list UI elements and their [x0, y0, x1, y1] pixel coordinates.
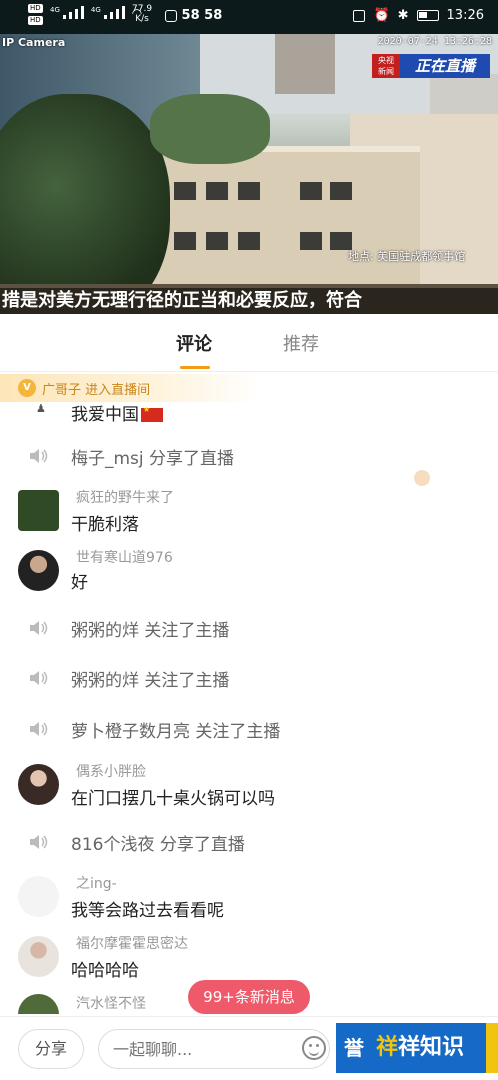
list-item: 疯狂的野牛来了 干脆利落: [0, 490, 498, 540]
comment-text: 在门口摆几十桌火锅可以吗: [71, 789, 275, 809]
watermark-icon: 誉: [336, 1023, 372, 1073]
emoji-icon[interactable]: [302, 1036, 326, 1060]
channel-bottom: 新闻: [378, 67, 394, 76]
avatar[interactable]: [18, 876, 59, 917]
status-numbers: 58 58: [165, 8, 222, 23]
tab-comments[interactable]: 评论: [176, 330, 212, 356]
live-badge: 正在直播: [400, 54, 490, 78]
list-item: 偶系小胖脸 在门口摆几十桌火锅可以吗: [0, 764, 498, 814]
status-bar: HD HD 4G 4G ◠ 77.9 K/s 58 58 ⏰ ✱ 13:26: [0, 0, 498, 34]
system-message: 萝卜橙子数月亮 关注了主播: [71, 722, 281, 742]
comment-username[interactable]: 疯狂的野牛来了: [76, 487, 174, 507]
comment-username[interactable]: 汽水怪不怪: [76, 993, 146, 1013]
list-item: 之ing- 我等会路过去看看呢: [0, 874, 498, 924]
list-item: ♟ 我爱中国: [0, 402, 498, 426]
share-button[interactable]: 分享: [18, 1029, 84, 1069]
camera-label: IP Camera: [2, 36, 66, 49]
network-type: 4G: [50, 6, 60, 14]
list-item: 萝卜橙子数月亮 关注了主播: [0, 717, 498, 743]
speed-unit: K/s: [135, 14, 149, 24]
bluetooth-icon: ✱: [397, 8, 409, 23]
status-count: 58 58: [181, 8, 223, 23]
app-icon: [165, 9, 177, 22]
avatar: ♟: [36, 402, 46, 415]
speaker-icon: [30, 671, 48, 685]
video-timestamp: 2020-07-24 13:26:28: [377, 36, 492, 47]
live-video[interactable]: IP Camera 2020-07-24 13:26:28 央视 新闻 正在直播…: [0, 34, 498, 314]
channel-top: 央视: [378, 56, 394, 65]
watermark-highlight: 祥: [376, 1035, 399, 1060]
network-type: 4G: [90, 6, 101, 14]
comment-text: 好: [71, 573, 88, 593]
watermark-rest: 祥知识: [398, 1035, 465, 1060]
video-tree: [0, 94, 170, 314]
chat-input[interactable]: [98, 1029, 330, 1069]
video-tree: [150, 94, 270, 164]
comment-text-value: 我爱中国: [71, 405, 139, 425]
tab-bar: 评论 推荐: [0, 314, 498, 372]
avatar[interactable]: [18, 550, 59, 591]
system-message: 粥粥的烊 关注了主播: [71, 671, 230, 691]
comment-username[interactable]: 福尔摩霍霍思密达: [76, 933, 188, 953]
vip-badge-icon: V: [18, 379, 36, 397]
comment-username[interactable]: 之ing-: [76, 873, 117, 893]
list-item: 梅子_msj 分享了直播: [0, 444, 498, 470]
cctv-logo: 央视 新闻 正在直播: [372, 54, 490, 78]
speaker-icon: [30, 835, 48, 849]
comment-username[interactable]: 偶系小胖脸: [76, 761, 146, 781]
system-message: 粥粥的烊 关注了主播: [71, 621, 230, 641]
system-message: 816个浅夜 分享了直播: [71, 835, 245, 855]
hd-badge: HD: [28, 4, 43, 13]
comment-username[interactable]: 世有寒山道976: [76, 547, 173, 567]
join-banner: V 广哥子 进入直播间: [0, 374, 260, 402]
speed-value: 77.9: [132, 4, 153, 14]
list-item: 世有寒山道976 好: [0, 550, 498, 600]
system-message: 梅子_msj 分享了直播: [71, 449, 235, 469]
watermark-end: [486, 1023, 498, 1073]
join-text: 广哥子 进入直播间: [42, 382, 151, 398]
video-building: [130, 146, 420, 296]
clock: 13:26: [446, 8, 484, 23]
network-speed: 77.9 K/s: [132, 4, 152, 24]
list-item: 816个浅夜 分享了直播: [0, 830, 498, 856]
tab-active-indicator: [180, 366, 210, 369]
comment-text: 我爱中国: [71, 402, 163, 425]
alarm-icon: ⏰: [373, 8, 390, 23]
watermark-logo: 誉 祥祥知识: [336, 1016, 498, 1080]
comment-text: 哈哈哈哈: [71, 961, 139, 981]
location-caption: 地点: 美国驻成都领事馆: [348, 250, 466, 263]
list-item: 福尔摩霍霍思密达 哈哈哈哈: [0, 936, 498, 986]
comment-text: 干脆利落: [71, 515, 139, 535]
new-messages-button[interactable]: 99+条新消息: [188, 980, 310, 1014]
hd-indicators: HD HD: [28, 4, 43, 25]
speaker-icon: [30, 449, 48, 463]
avatar[interactable]: [18, 994, 59, 1014]
video-subtitle: 措是对美方无理行径的正当和必要反应，符合: [0, 288, 498, 314]
battery-icon: [416, 10, 439, 21]
list-item: 粥粥的烊 关注了主播: [0, 666, 498, 692]
status-right: ⏰ ✱ 13:26: [353, 8, 484, 23]
nfc-icon: [353, 9, 366, 22]
comment-text: 我等会路过去看看呢: [71, 901, 224, 921]
speaker-icon: [30, 621, 48, 635]
signal-icon: 4G 4G ◠: [50, 6, 142, 19]
watermark-text: 祥祥知识: [372, 1023, 486, 1073]
avatar[interactable]: [18, 936, 59, 977]
speaker-icon: [30, 722, 48, 736]
list-item: 粥粥的烊 关注了主播: [0, 616, 498, 642]
channel-badge: 央视 新闻: [372, 54, 400, 78]
avatar[interactable]: [18, 490, 59, 531]
gesture-hint-icon: [414, 470, 430, 486]
tab-recommend[interactable]: 推荐: [283, 330, 319, 356]
video-tower: [275, 34, 335, 94]
avatar[interactable]: [18, 764, 59, 805]
hd-badge: HD: [28, 16, 43, 25]
china-flag-icon: [141, 405, 163, 422]
comment-list[interactable]: ♟ 我爱中国 梅子_msj 分享了直播 疯狂的野牛来了 干脆利落 世有寒山道97…: [0, 402, 498, 1014]
